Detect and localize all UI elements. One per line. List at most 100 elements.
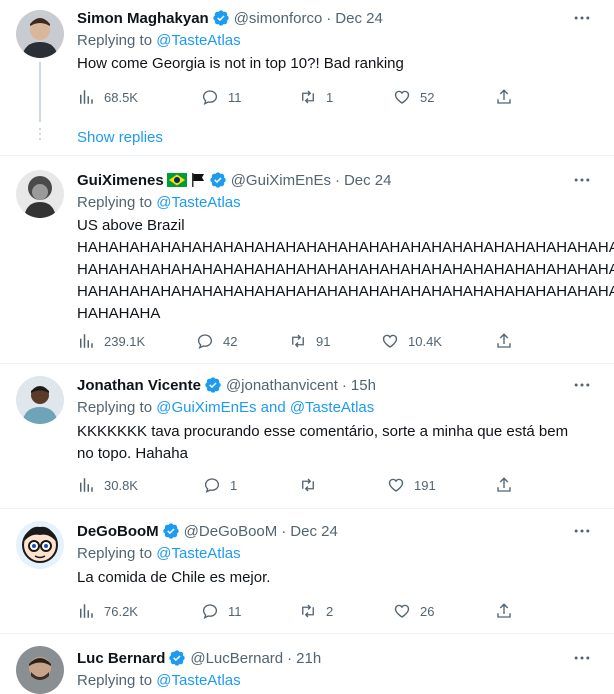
views-button[interactable]: 30.8K — [77, 474, 138, 496]
like-button[interactable]: 26 — [393, 600, 434, 622]
author-handle[interactable]: @LucBernard — [190, 650, 283, 667]
avatar[interactable] — [16, 376, 64, 424]
retweet-button[interactable]: 91 — [289, 330, 330, 352]
avatar[interactable] — [16, 521, 64, 569]
timestamp[interactable]: 15h — [351, 377, 376, 394]
heart-icon — [394, 90, 410, 104]
tweet-text-line: US above Brazil — [77, 217, 185, 234]
replying-to: Replying to @TasteAtlas — [77, 672, 241, 689]
share-button[interactable] — [495, 330, 513, 352]
reply-button[interactable]: 1 — [203, 474, 237, 496]
author-handle[interactable]: @jonathanvicent — [226, 377, 338, 394]
views-count: 68.5K — [104, 89, 138, 105]
verified-badge-icon — [213, 10, 229, 26]
author-name[interactable]: Simon Maghakyan — [77, 10, 209, 27]
share-icon — [497, 89, 511, 104]
like-button[interactable]: 10.4K — [381, 330, 442, 352]
separator-dot: · — [287, 649, 293, 667]
more-options-icon[interactable] — [572, 521, 592, 541]
tweet-text: KKKKKKK tava procurando esse comentário,… — [77, 421, 597, 465]
views-button[interactable]: 239.1K — [77, 330, 145, 352]
reply-count: 42 — [223, 333, 238, 349]
tweet-4[interactable]: DeGoBooM @DeGoBooM · Dec 24 Replying to … — [0, 509, 614, 633]
share-button[interactable] — [495, 474, 513, 496]
author-handle[interactable]: @simonforco — [234, 10, 323, 27]
show-replies-link[interactable]: Show replies — [77, 129, 163, 146]
heart-icon — [382, 334, 398, 348]
tweet-1[interactable]: Simon Maghakyan @simonforco · Dec 24 Rep… — [0, 0, 614, 155]
replying-to-label: Replying to — [77, 32, 153, 49]
replying-to-label: Replying to — [77, 545, 153, 562]
more-options-icon[interactable] — [572, 8, 592, 28]
like-button[interactable]: 191 — [387, 474, 436, 496]
tweet-text: US above Brazil HAHAHAHAHAHAHAHAHAHAHAHA… — [77, 215, 614, 325]
avatar[interactable] — [16, 170, 64, 218]
tweet-text-line: HAHAHAHAHAHAHAHAHAHAHAHAHAHAHAHAHAHAHAHA… — [77, 261, 614, 278]
tweet-5[interactable]: Luc Bernard @LucBernard · 21h Replying t… — [0, 634, 614, 694]
tweet-text-line: KKKKKKK tava procurando esse comentário,… — [77, 423, 569, 440]
like-button[interactable]: 52 — [393, 86, 434, 108]
thread-dots — [39, 128, 41, 143]
replying-to-link[interactable]: @GuiXimEnEs and @TasteAtlas — [156, 399, 374, 416]
separator-dot: · — [334, 171, 340, 189]
share-button[interactable] — [495, 86, 513, 108]
retweet-count: 2 — [326, 603, 334, 619]
author-name[interactable]: GuiXimenes — [77, 172, 164, 189]
verified-badge-icon — [205, 377, 221, 393]
tweet-actions: 76.2K 11 2 26 — [77, 600, 517, 622]
like-count: 10.4K — [408, 333, 442, 349]
avatar[interactable] — [16, 10, 64, 58]
replying-to-link[interactable]: @TasteAtlas — [156, 545, 240, 562]
separator-dot: · — [341, 376, 347, 394]
replying-to-link[interactable]: @TasteAtlas — [156, 194, 240, 211]
more-options-icon[interactable] — [572, 375, 592, 395]
reply-button[interactable]: 11 — [201, 600, 242, 622]
more-options-icon[interactable] — [572, 170, 592, 190]
timestamp[interactable]: Dec 24 — [290, 523, 338, 540]
tweet-actions: 30.8K 1 191 — [77, 474, 517, 496]
author-handle[interactable]: @GuiXimEnEs — [231, 172, 331, 189]
tweet-text: La comida de Chile es mejor. — [77, 569, 271, 586]
author-handle[interactable]: @DeGoBooM — [184, 523, 278, 540]
views-button[interactable]: 76.2K — [77, 600, 138, 622]
timestamp[interactable]: Dec 24 — [344, 172, 392, 189]
reply-count: 11 — [228, 89, 242, 105]
replying-to-link[interactable]: @TasteAtlas — [156, 672, 240, 689]
retweet-icon — [292, 334, 304, 348]
replying-to-label: Replying to — [77, 399, 153, 416]
retweet-button[interactable]: 1 — [299, 86, 333, 108]
tweet-2[interactable]: GuiXimenes @GuiXimEnEs · Dec 24 Replying… — [0, 156, 614, 363]
tweet-text-line: no topo. Hahaha — [77, 445, 188, 462]
analytics-icon — [80, 334, 93, 348]
timestamp[interactable]: 21h — [296, 650, 321, 667]
more-options-icon[interactable] — [572, 648, 592, 668]
reply-button[interactable]: 42 — [196, 330, 237, 352]
like-count: 191 — [414, 477, 436, 493]
share-button[interactable] — [495, 600, 513, 622]
share-icon — [497, 603, 511, 618]
author-name[interactable]: Jonathan Vicente — [77, 377, 201, 394]
retweet-icon — [302, 604, 314, 618]
replying-to-link[interactable]: @TasteAtlas — [156, 32, 240, 49]
like-count: 52 — [420, 89, 435, 105]
timestamp[interactable]: Dec 24 — [335, 10, 383, 27]
analytics-icon — [80, 478, 93, 492]
retweet-count: 91 — [316, 333, 331, 349]
separator-dot: · — [281, 522, 287, 540]
retweet-button[interactable] — [299, 474, 326, 496]
author-name[interactable]: DeGoBooM — [77, 523, 159, 540]
views-count: 30.8K — [104, 477, 138, 493]
like-count: 26 — [420, 603, 435, 619]
brazil-flag-icon — [166, 173, 187, 187]
tweet-header: Simon Maghakyan @simonforco · Dec 24 — [77, 8, 383, 28]
reply-button[interactable]: 11 — [201, 86, 242, 108]
views-button[interactable]: 68.5K — [77, 86, 138, 108]
views-count: 76.2K — [104, 603, 138, 619]
reply-count: 1 — [230, 477, 238, 493]
analytics-icon — [80, 604, 93, 618]
verified-badge-icon — [210, 172, 226, 188]
author-name[interactable]: Luc Bernard — [77, 650, 165, 667]
tweet-text: How come Georgia is not in top 10?! Bad … — [77, 55, 404, 72]
retweet-button[interactable]: 2 — [299, 600, 333, 622]
tweet-3[interactable]: Jonathan Vicente @jonathanvicent · 15h R… — [0, 364, 614, 508]
